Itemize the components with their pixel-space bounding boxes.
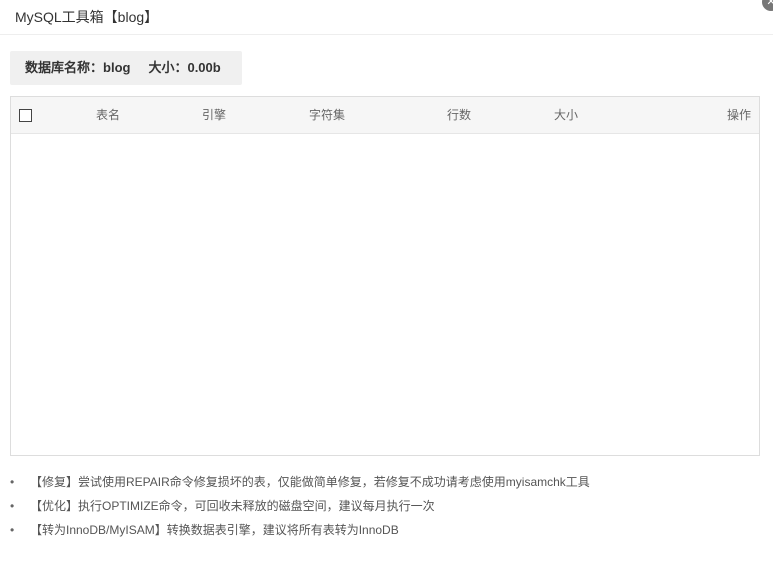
column-table-name[interactable]: 表名 bbox=[96, 97, 120, 134]
db-size-value: 0.00b bbox=[187, 60, 221, 75]
bullet: • bbox=[10, 523, 15, 537]
column-charset[interactable]: 字符集 bbox=[309, 97, 345, 134]
db-name-value: blog bbox=[103, 60, 131, 75]
note-optimize: • 【优化】执行OPTIMIZE命令，可回收未释放的磁盘空间，建议每月执行一次 bbox=[10, 496, 590, 520]
column-size[interactable]: 大小 bbox=[554, 97, 578, 134]
database-info: 数据库名称：blog 大小：0.00b bbox=[10, 51, 242, 85]
close-icon[interactable]: ✕ bbox=[762, 0, 773, 11]
note-convert: • 【转为InnoDB/MyISAM】转换数据表引擎，建议将所有表转为InnoD… bbox=[10, 520, 590, 544]
help-notes: • 【修复】尝试使用REPAIR命令修复损坏的表，仅能做简单修复，若修复不成功请… bbox=[10, 472, 590, 544]
tables-table: 表名 引擎 字符集 行数 大小 操作 bbox=[10, 96, 760, 456]
title-bar: MySQL工具箱【blog】 ✕ bbox=[0, 0, 773, 35]
note-text: 【转为InnoDB/MyISAM】转换数据表引擎，建议将所有表转为InnoDB bbox=[30, 523, 399, 537]
bullet: • bbox=[10, 499, 15, 513]
note-text: 【修复】尝试使用REPAIR命令修复损坏的表，仅能做简单修复，若修复不成功请考虑… bbox=[30, 475, 590, 489]
bullet: • bbox=[10, 475, 15, 489]
select-all-checkbox[interactable] bbox=[19, 109, 32, 122]
column-rows[interactable]: 行数 bbox=[447, 97, 471, 134]
table-header: 表名 引擎 字符集 行数 大小 操作 bbox=[11, 97, 759, 134]
column-actions: 操作 bbox=[726, 108, 751, 122]
note-text: 【优化】执行OPTIMIZE命令，可回收未释放的磁盘空间，建议每月执行一次 bbox=[30, 499, 435, 513]
column-engine[interactable]: 引擎 bbox=[202, 97, 226, 134]
note-repair: • 【修复】尝试使用REPAIR命令修复损坏的表，仅能做简单修复，若修复不成功请… bbox=[10, 472, 590, 496]
window-title: MySQL工具箱【blog】 bbox=[15, 9, 159, 25]
db-size-label: 大小： bbox=[148, 60, 188, 75]
db-name-label: 数据库名称： bbox=[25, 60, 104, 75]
